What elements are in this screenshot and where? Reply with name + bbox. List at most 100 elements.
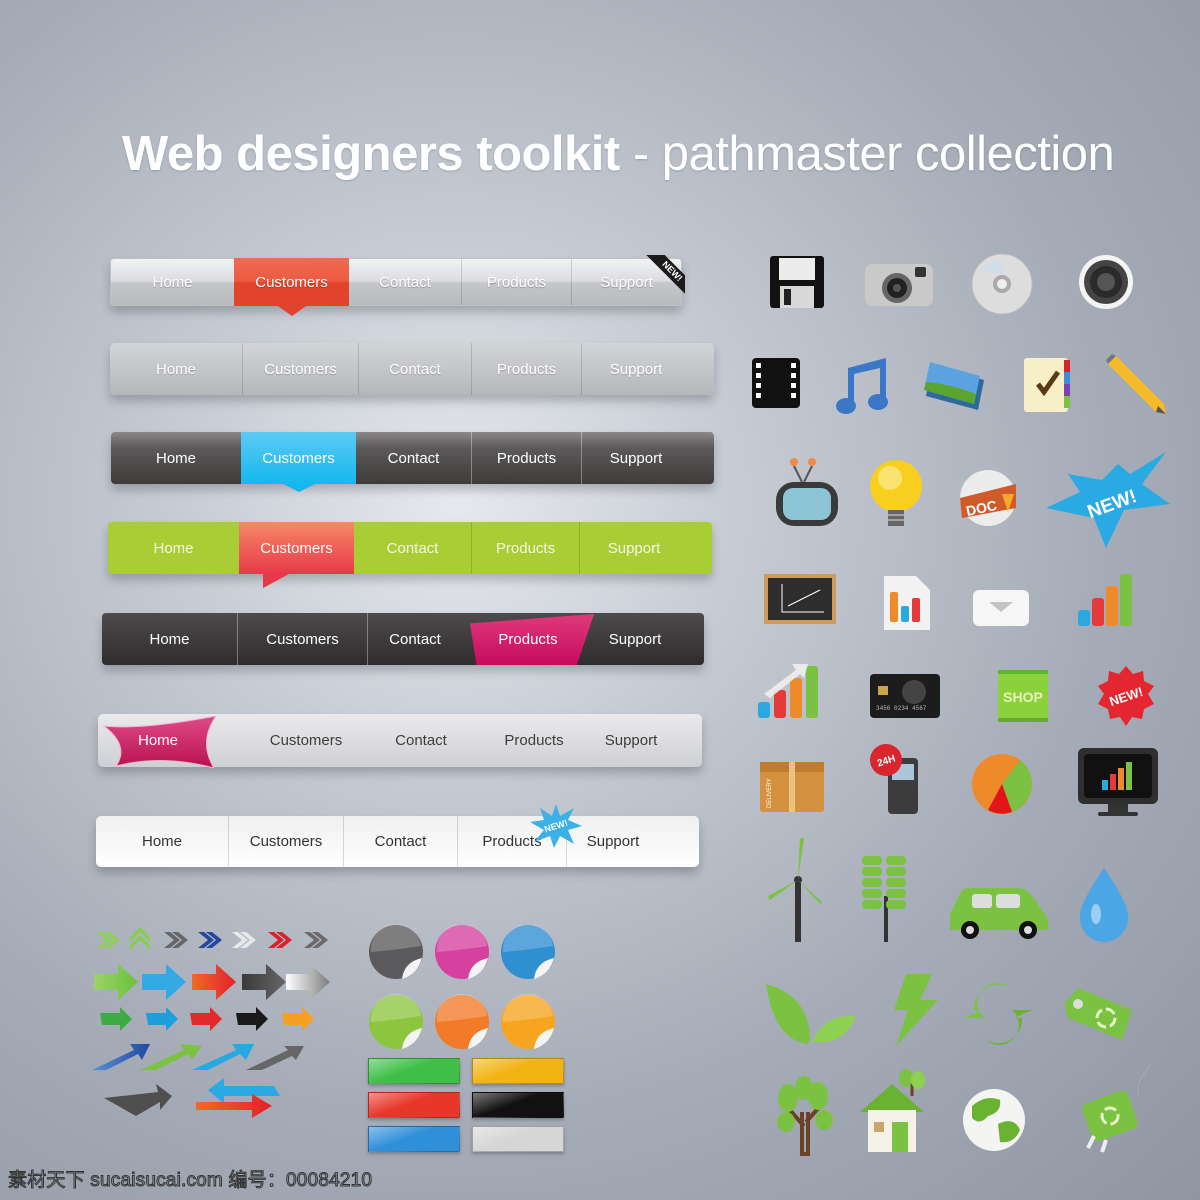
- nav6-item-products[interactable]: Products: [478, 714, 590, 767]
- glossy-button-2[interactable]: [472, 1058, 564, 1084]
- nav2-item-support[interactable]: Support: [581, 343, 714, 395]
- glossy-buttons-set: [368, 1058, 564, 1154]
- glossy-button-4[interactable]: [472, 1092, 564, 1118]
- sticker-3: [501, 923, 555, 979]
- photos-icon: [924, 362, 984, 410]
- doc-download-icon: DOC: [960, 470, 1016, 526]
- nav4-item-customers-active[interactable]: Customers: [239, 522, 354, 588]
- arrow-dark-icon: [242, 964, 286, 1000]
- leaves-icon: [766, 984, 856, 1044]
- chevron-green-up-icon: [130, 927, 150, 950]
- nav-item-label: Support: [609, 449, 663, 467]
- nav5-item-customers[interactable]: Customers: [237, 613, 367, 665]
- nav5-item-support[interactable]: Support: [594, 613, 704, 665]
- nav1-item-customers-active[interactable]: Customers: [234, 258, 349, 316]
- diag-arrow-blue-icon: [92, 1044, 150, 1070]
- globe-icon: [963, 1089, 1025, 1151]
- arrow-green-icon: [94, 964, 138, 1000]
- nav6-item-contact[interactable]: Contact: [364, 714, 478, 767]
- nav-item-label: Customers: [266, 630, 339, 648]
- nav1-item-contact[interactable]: Contact: [349, 259, 461, 305]
- lightbulb-icon: [870, 460, 922, 526]
- nav-item-label: Home: [153, 539, 194, 557]
- nav6-item-support[interactable]: Support: [590, 714, 702, 767]
- nav4-item-support[interactable]: Support: [579, 522, 712, 574]
- svg-text:SHOP: SHOP: [1003, 689, 1043, 705]
- nav4-item-home[interactable]: Home: [108, 522, 239, 574]
- film-icon: [752, 358, 800, 408]
- nav-item-label: Customers: [264, 360, 337, 378]
- glossy-button-6[interactable]: [472, 1126, 564, 1152]
- nav5-item-contact[interactable]: Contact: [367, 613, 462, 665]
- chevron-blue-icon: [198, 932, 222, 948]
- sticker-1: [369, 923, 423, 979]
- small-arrow-red-icon: [190, 1007, 222, 1031]
- nav3-item-home[interactable]: Home: [111, 432, 241, 484]
- nav5-item-home[interactable]: Home: [102, 613, 237, 665]
- nav-item-label: Support: [607, 539, 661, 557]
- nav-item-label: Contact: [389, 360, 441, 378]
- nav3-item-contact[interactable]: Contact: [356, 432, 471, 484]
- nav3-item-products[interactable]: Products: [471, 432, 581, 484]
- chalkboard-icon: [764, 574, 836, 624]
- nav4-item-products[interactable]: Products: [471, 522, 579, 574]
- stickers-svg: [369, 923, 555, 1049]
- title-light: - pathmaster collection: [619, 127, 1115, 181]
- sticker-6: [501, 993, 555, 1049]
- nav-item-label: Support: [600, 273, 653, 291]
- nav1-item-products[interactable]: Products: [461, 259, 571, 305]
- nav-bar-white: Home Customers Contact Products Support: [96, 816, 699, 867]
- small-arrow-black-icon: [236, 1007, 268, 1031]
- tree-icon: [777, 1076, 833, 1156]
- nav2-item-customers[interactable]: Customers: [242, 343, 358, 395]
- arrow-blue-icon: [142, 964, 186, 1000]
- nav-item-label: Customers: [249, 833, 323, 850]
- sticker-2: [435, 923, 489, 979]
- arrow-red-icon: [192, 964, 236, 1000]
- nav7-item-contact[interactable]: Contact: [343, 816, 457, 867]
- glossy-button-5[interactable]: [368, 1126, 460, 1152]
- chevron-green-icon: [96, 932, 120, 948]
- phone-24h-icon: 24H: [870, 744, 918, 814]
- nav2-item-products[interactable]: Products: [471, 343, 581, 395]
- diag-arrow-gray-icon: [246, 1046, 304, 1070]
- small-arrow-orange-icon: [282, 1007, 314, 1031]
- nav-item-label: Customers: [269, 732, 343, 749]
- chevron-white-icon: [232, 932, 256, 948]
- glossy-button-1[interactable]: [368, 1058, 460, 1084]
- nav-item-label: Contact: [374, 833, 427, 850]
- chevron-gray-icon: [164, 932, 188, 948]
- monitor-chart-icon: [1078, 748, 1158, 816]
- nav-item-label: Home: [155, 449, 196, 467]
- nav-item-label: Contact: [395, 732, 447, 749]
- new-star-badge: NEW!: [530, 804, 582, 848]
- nav7-item-home[interactable]: Home: [96, 816, 228, 867]
- nav-item-label: Home: [149, 630, 190, 648]
- nav3-item-support[interactable]: Support: [581, 432, 714, 484]
- nav1-item-home[interactable]: Home: [111, 259, 234, 305]
- nav-item-label: Customers: [255, 273, 328, 291]
- nav-item-label: Products: [498, 630, 558, 648]
- nav-item-label: Home: [137, 732, 178, 749]
- chevron-red-icon: [268, 932, 292, 948]
- nav7-item-support[interactable]: Support: [566, 816, 699, 867]
- nav6-item-customers[interactable]: Customers: [248, 714, 364, 767]
- music-note-icon: [836, 358, 888, 414]
- nav2-item-home[interactable]: Home: [110, 343, 242, 395]
- nav-item-label: Customers: [260, 539, 333, 557]
- nav3-item-customers-active[interactable]: Customers: [241, 432, 356, 492]
- icon-grid: DOC NEW! 3456 0234 4567 SHOP NEW! DELIVE…: [752, 253, 1170, 1156]
- sticker-5: [435, 993, 489, 1049]
- nav5-item-products-active[interactable]: Products: [462, 613, 594, 665]
- nav4-item-contact[interactable]: Contact: [354, 522, 471, 574]
- glossy-button-3[interactable]: [368, 1092, 460, 1118]
- nav-bar-green: Home Customers Contact Products Support: [108, 522, 712, 588]
- svg-text:DELIVERY: DELIVERY: [767, 778, 773, 808]
- envelope-icon: [973, 590, 1029, 626]
- new-seal-icon: NEW!: [1098, 666, 1154, 726]
- nav7-item-customers[interactable]: Customers: [228, 816, 343, 867]
- floppy-disk-icon: [770, 256, 824, 308]
- nav2-item-contact[interactable]: Contact: [358, 343, 471, 395]
- nav-item-label: Contact: [387, 449, 440, 467]
- nav-bar-silver-glossy: Home Customers Contact Products Support …: [110, 255, 685, 316]
